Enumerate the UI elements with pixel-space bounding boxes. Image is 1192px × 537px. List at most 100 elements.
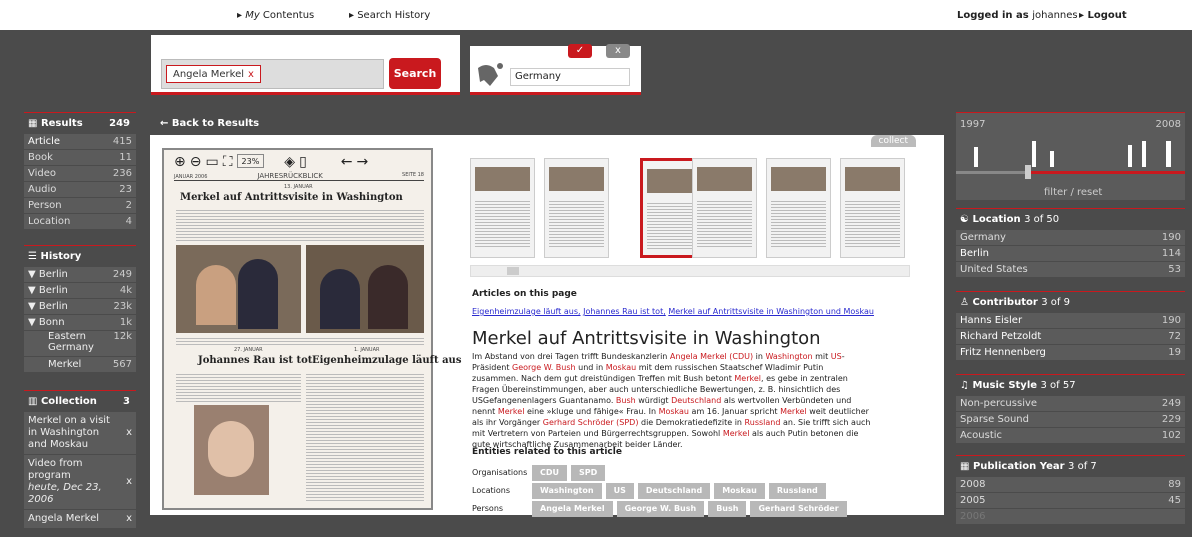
entity-tag[interactable]: Moskau [714, 483, 765, 499]
remove-icon[interactable]: x [126, 427, 132, 439]
reset-link[interactable]: reset [1077, 187, 1102, 198]
entity-tag[interactable]: Angela Merkel [532, 501, 613, 517]
collection-item[interactable]: Angela Merkel x [24, 510, 136, 529]
history-item[interactable]: ▼ Berlin 4k [24, 283, 136, 299]
entity-row: Persons Angela Merkel George W. Bush Bush Ge… [472, 501, 932, 519]
music-style-item[interactable]: Acoustic 102 [956, 428, 1185, 444]
entity-tag[interactable]: George W. Bush [616, 501, 705, 517]
entity-highlight[interactable]: US [831, 352, 842, 361]
facet-label: Berlin [38, 301, 68, 312]
results-type-item[interactable]: Person 2 [24, 198, 136, 214]
search-history-link[interactable]: ▸ Search History [349, 10, 430, 21]
zoom-in-icon[interactable]: ⊕ [174, 154, 186, 174]
entity-highlight[interactable]: Merkel [780, 407, 807, 416]
publication-year-item[interactable]: 2005 45 [956, 493, 1185, 509]
contributor-item[interactable]: Hanns Eisler 190 [956, 313, 1185, 329]
article-link[interactable]: Eigenheimzulage läuft aus, [472, 307, 581, 316]
results-type-item[interactable]: Article 415 [24, 134, 136, 150]
publication-year-facet: ▦ Publication Year 3 of 7 2008 89 2005 45 20… [956, 455, 1185, 525]
timeline-histogram[interactable] [956, 141, 1185, 167]
my-contentus-link[interactable]: ▸ My Contentus [237, 10, 314, 21]
page-thumbnail[interactable] [840, 158, 905, 258]
history-item[interactable]: ▼ Berlin 23k [24, 299, 136, 315]
entity-highlight[interactable]: Gerhard Schröder (SPD) [543, 418, 639, 427]
collection-item[interactable]: Video from program heute, Dec 23, 2006 x [24, 455, 136, 510]
search-button[interactable]: Search [389, 58, 441, 89]
entity-highlight[interactable]: Angela Merkel (CDU) [670, 352, 753, 361]
entity-tag[interactable]: US [605, 483, 634, 499]
contributor-item[interactable]: Fritz Hennenberg 19 [956, 345, 1185, 361]
logout-link[interactable]: ▸ Logout [1079, 10, 1127, 21]
prev-page-icon[interactable]: ← [341, 154, 353, 174]
entity-highlight[interactable]: Washington [766, 352, 813, 361]
entity-tag[interactable]: Washington [532, 483, 602, 499]
facet-label: Eastern Germany [48, 331, 94, 353]
entity-highlight[interactable]: Merkel [723, 429, 750, 438]
remove-icon[interactable]: x [126, 476, 132, 488]
entity-highlight[interactable]: Merkel [498, 407, 525, 416]
next-page-icon[interactable]: → [357, 154, 369, 174]
results-type-item[interactable]: Location 4 [24, 214, 136, 230]
music-style-item[interactable]: Sparse Sound 229 [956, 412, 1185, 428]
entity-tag[interactable]: Russland [768, 483, 826, 499]
entity-highlight[interactable]: George W. Bush [512, 363, 576, 372]
entity-tag[interactable]: Gerhard Schröder [750, 501, 847, 517]
entity-tag[interactable]: SPD [571, 465, 606, 481]
music-style-item[interactable]: Non-percussive 249 [956, 396, 1185, 412]
collect-button[interactable]: collect [870, 135, 916, 147]
scan-toolbar: ⊕ ⊖ ▭ ⛶ 23% ◈ ▯ ← → [174, 154, 424, 174]
history-item[interactable]: ▼ Bonn 1k [24, 315, 136, 331]
entity-highlight[interactable]: Merkel [734, 374, 761, 383]
entity-tag[interactable]: CDU [532, 465, 568, 481]
filter-link[interactable]: filter [1044, 187, 1067, 198]
screen-icon[interactable]: ▭ [205, 154, 218, 174]
contributor-item[interactable]: Richard Petzoldt 72 [956, 329, 1185, 345]
confirm-geo-button[interactable]: ✓ [568, 44, 592, 58]
history-item[interactable]: ▼ Berlin 249 [24, 267, 136, 283]
entity-highlight[interactable]: Moskau [606, 363, 636, 372]
thumbnail-scrollbar[interactable] [470, 265, 910, 277]
article-link[interactable]: Johannes Rau ist tot, [583, 307, 666, 316]
results-type-item[interactable]: Book 11 [24, 150, 136, 166]
publication-year-item[interactable]: 2008 89 [956, 477, 1185, 493]
entity-highlight[interactable]: Bush [616, 396, 636, 405]
collection-item[interactable]: Merkel on a visit in Washington and Mosk… [24, 412, 136, 455]
publication-year-item[interactable]: 2006 [956, 509, 1185, 525]
timeline-slider[interactable] [956, 165, 1185, 179]
layers-icon[interactable]: ◈ [284, 154, 295, 174]
remove-tag-icon[interactable]: x [248, 69, 254, 80]
article-links: Eigenheimzulage läuft aus, Johannes Rau … [472, 307, 874, 316]
results-type-item[interactable]: Audio 23 [24, 182, 136, 198]
newspaper-scan[interactable]: ⊕ ⊖ ▭ ⛶ 23% ◈ ▯ ← → JANUAR 2006 JAHRESRÜCKBLIC… [162, 148, 461, 510]
history-item[interactable]: Merkel 567 [24, 357, 136, 373]
entity-type-label: Persons [472, 504, 504, 513]
close-geo-button[interactable]: x [606, 44, 630, 58]
entity-tag[interactable]: Bush [708, 501, 747, 517]
top-bar: ▸ My Contentus ▸ Search History Logged i… [0, 0, 1192, 30]
location-item[interactable]: Berlin 114 [956, 246, 1185, 262]
entity-tag[interactable]: Deutschland [637, 483, 711, 499]
history-item[interactable]: Eastern Germany 12k [24, 331, 136, 357]
facet-count: 249 [1161, 398, 1181, 409]
page-thumbnail[interactable] [692, 158, 757, 258]
page-thumbnail[interactable] [766, 158, 831, 258]
back-to-results-link[interactable]: ← Back to Results [160, 118, 259, 129]
page-icon[interactable]: ▯ [299, 154, 307, 174]
entity-highlight[interactable]: Moskau [659, 407, 689, 416]
page-thumbnail[interactable] [544, 158, 609, 258]
facet-count: 2 [125, 200, 132, 211]
calendar-icon: ▦ [960, 461, 973, 472]
entity-highlight[interactable]: Deutschland [671, 396, 721, 405]
article-link[interactable]: Merkel auf Antrittsvisite in Washington … [668, 307, 874, 316]
zoom-out-icon[interactable]: ⊖ [190, 154, 202, 174]
fullscreen-icon[interactable]: ⛶ [223, 154, 233, 174]
search-input[interactable]: Angela Merkel x [161, 59, 384, 89]
location-item[interactable]: Germany 190 [956, 230, 1185, 246]
contributor-facet: ♙ Contributor 3 of 9 Hanns Eisler 190 Rich… [956, 291, 1185, 361]
remove-icon[interactable]: x [126, 513, 132, 525]
page-thumbnail[interactable] [470, 158, 535, 258]
entity-highlight[interactable]: Russland [745, 418, 781, 427]
results-type-item[interactable]: Video 236 [24, 166, 136, 182]
location-item[interactable]: United States 53 [956, 262, 1185, 278]
geo-location-input[interactable]: Germany [510, 68, 630, 86]
